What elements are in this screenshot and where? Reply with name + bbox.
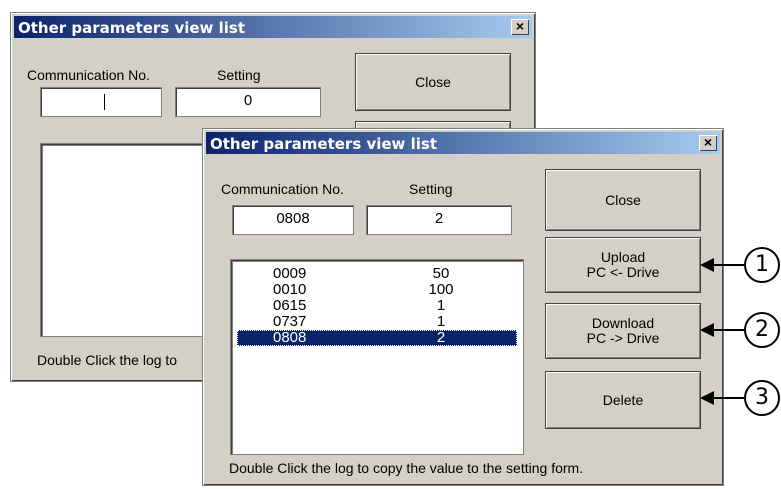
list-item-value: 2 [436, 329, 446, 346]
front-close-x-icon[interactable]: × [699, 135, 717, 151]
back-status-text: Double Click the log to [37, 352, 178, 368]
list-item-value: 50 [432, 265, 450, 282]
back-log-list[interactable] [40, 143, 212, 337]
status-text: Double Click the log to copy the value t… [229, 460, 584, 476]
download-button[interactable]: Download PC -> Drive [545, 303, 701, 359]
callout-3: 3 [744, 380, 780, 416]
comm-no-field[interactable]: 0808 [232, 205, 354, 235]
back-close-x-icon[interactable]: × [511, 19, 529, 35]
list-item-comm-no: 0010 [273, 281, 307, 298]
back-close-button[interactable]: Close [355, 53, 511, 111]
list-item-comm-no: 0615 [273, 297, 307, 314]
setting-label: Setting [409, 181, 453, 197]
upload-button-label-line2: PC <- Drive [586, 264, 660, 280]
list-item-comm-no: 0737 [273, 313, 307, 330]
download-button-label-line2: PC -> Drive [586, 330, 660, 346]
parameter-log-list[interactable]: 0009 50 0010 100 0615 1 0737 1 0808 2 [230, 259, 524, 455]
comm-no-label: Communication No. [221, 181, 344, 197]
delete-button[interactable]: Delete [545, 371, 701, 429]
list-item[interactable]: 0010 100 [237, 282, 517, 298]
back-dialog-titlebar[interactable]: Other parameters view list × [14, 16, 532, 38]
back-close-button-label: Close [415, 73, 451, 90]
list-item-value: 100 [428, 281, 454, 298]
back-setting-label: Setting [217, 67, 261, 83]
upload-button[interactable]: Upload PC <- Drive [545, 237, 701, 293]
delete-button-label: Delete [602, 391, 644, 408]
list-item[interactable]: 0009 50 [237, 266, 517, 282]
list-item-comm-no: 0009 [273, 265, 307, 282]
front-dialog-window: Other parameters view list × Communicati… [202, 128, 724, 486]
arrow-3-line [712, 397, 744, 399]
front-dialog-titlebar[interactable]: Other parameters view list × [206, 132, 720, 154]
back-setting-field[interactable]: 0 [175, 87, 321, 117]
list-item-value: 1 [436, 313, 446, 330]
back-dialog-title: Other parameters view list [18, 19, 246, 37]
setting-field[interactable]: 2 [366, 205, 512, 235]
back-text-caret [104, 94, 105, 110]
list-item[interactable]: 0615 1 [237, 298, 517, 314]
back-comm-no-field[interactable] [40, 87, 162, 117]
callout-2: 2 [744, 312, 780, 348]
back-comm-no-label: Communication No. [27, 67, 150, 83]
close-button[interactable]: Close [545, 169, 701, 231]
list-item-value: 1 [436, 297, 446, 314]
list-item[interactable]: 0737 1 [237, 314, 517, 330]
upload-button-label-line1: Upload [600, 249, 646, 265]
arrow-1-line [712, 264, 744, 266]
callout-1: 1 [744, 247, 780, 283]
list-item-selected[interactable]: 0808 2 [237, 330, 517, 346]
list-item-comm-no: 0808 [273, 329, 307, 346]
front-dialog-title: Other parameters view list [210, 135, 438, 153]
download-button-label-line1: Download [591, 315, 655, 331]
close-button-label: Close [605, 191, 641, 208]
arrow-2-line [712, 329, 744, 331]
